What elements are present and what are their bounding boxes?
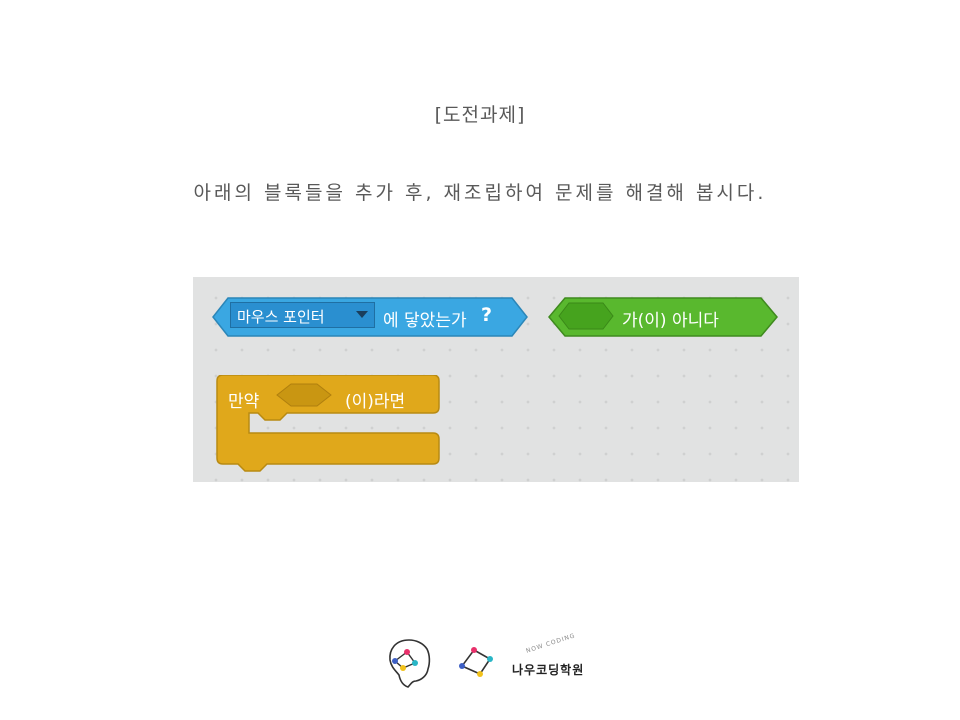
network-mark-icon xyxy=(459,647,493,677)
page-title: [도전과제] xyxy=(434,104,526,126)
if-block-suffix: (이)라면 xyxy=(345,392,406,412)
scratch-script-area: 마우스 포인터 에 닿았는가 ? 가(이) 아니다 만약 (이)라면 xyxy=(193,277,799,482)
not-block-label: 가(이) 아니다 xyxy=(622,311,719,331)
touching-question-mark: ? xyxy=(481,304,493,326)
dropdown-arrow-icon xyxy=(356,311,368,318)
footer-logo: NOW CODING 나우코딩학원 xyxy=(385,632,600,692)
touching-dropdown-value: 마우스 포인터 xyxy=(237,308,325,326)
not-block-empty-slot[interactable] xyxy=(558,302,614,330)
if-block-prefix: 만약 xyxy=(228,392,260,412)
touching-dropdown[interactable]: 마우스 포인터 xyxy=(230,302,375,328)
brand-name: 나우코딩학원 xyxy=(512,663,585,677)
head-network-icon xyxy=(389,639,431,688)
brand-arc-text: NOW CODING xyxy=(525,632,577,655)
instruction-text: 아래의 블록들을 추가 후, 재조립하여 문제를 해결해 봅시다. xyxy=(193,182,767,204)
touching-suffix: 에 닿았는가 xyxy=(383,311,467,331)
